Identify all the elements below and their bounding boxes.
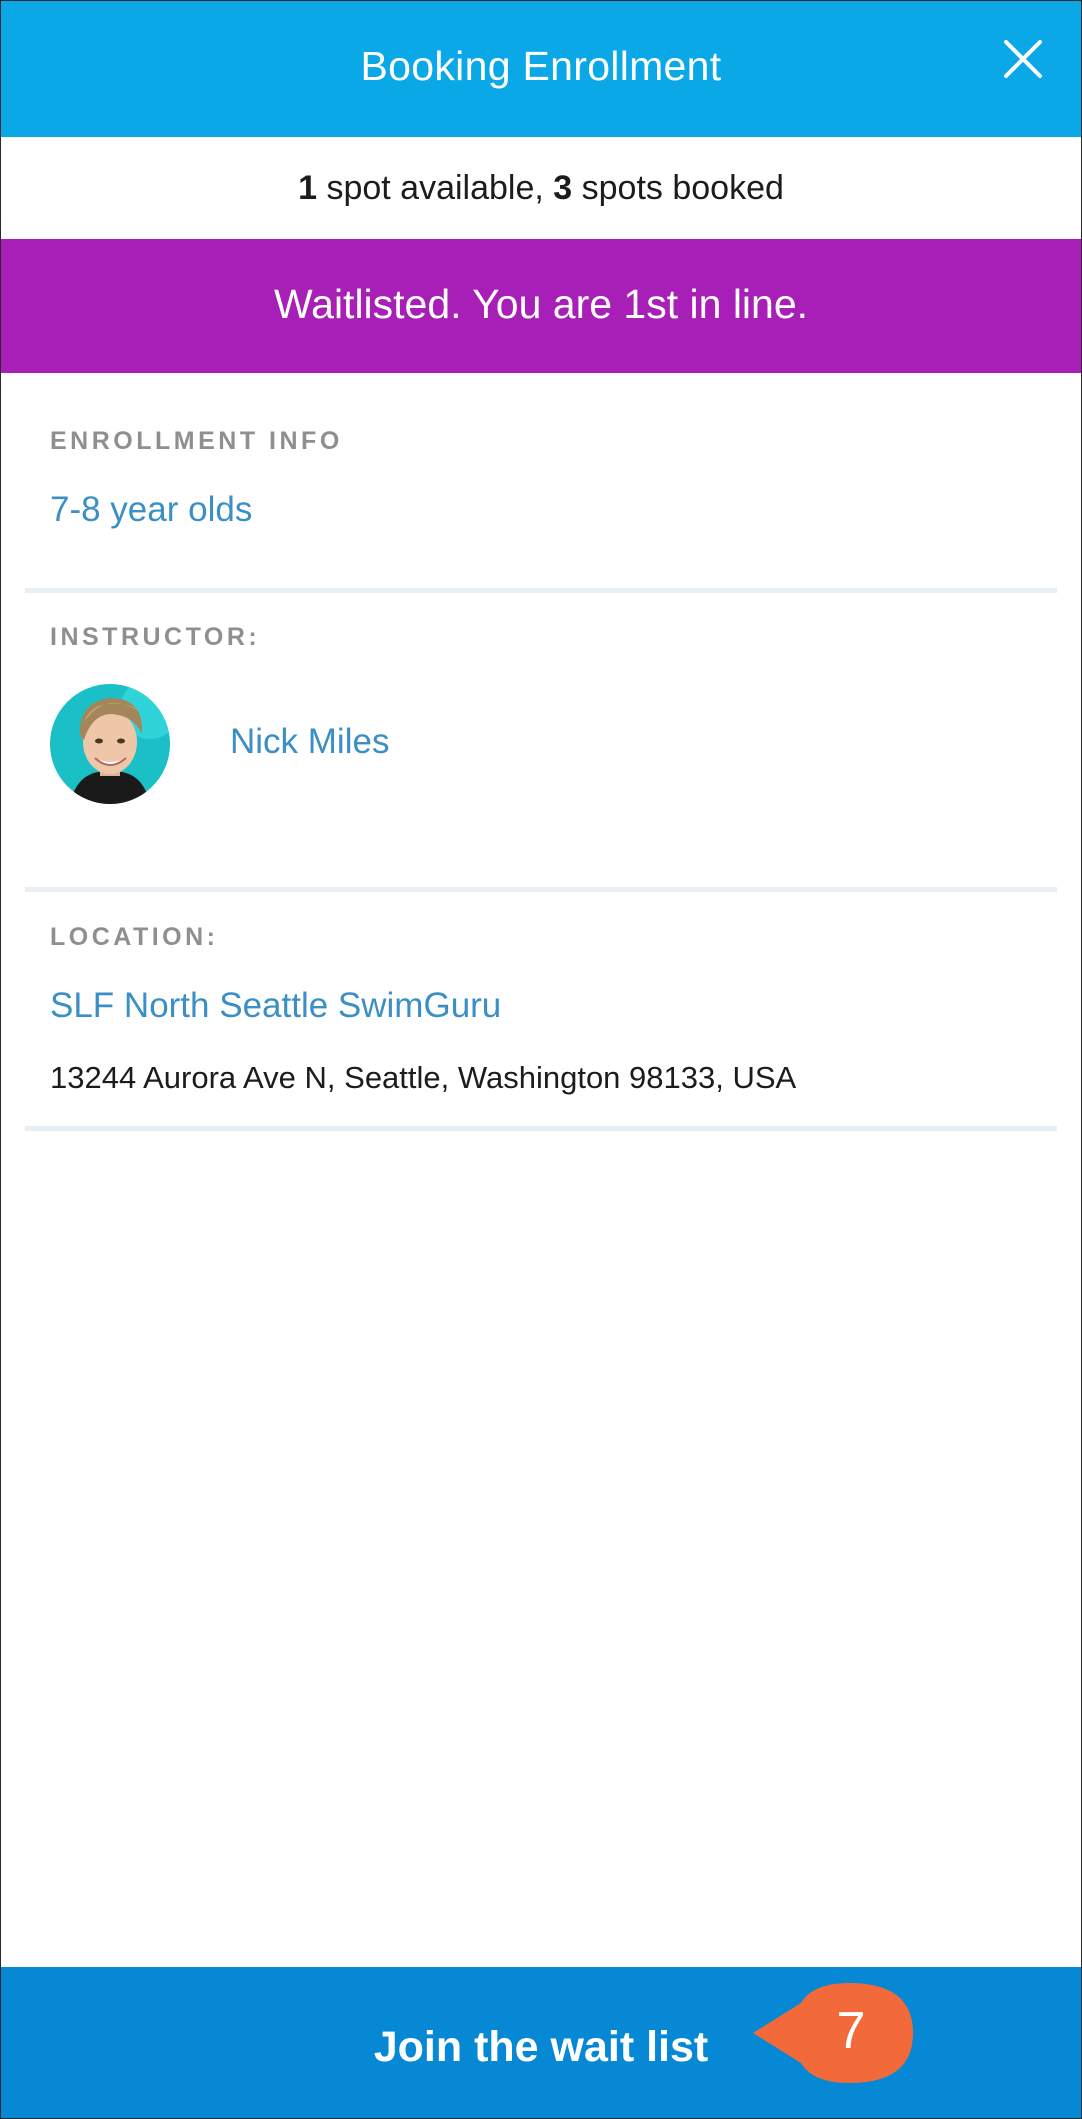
booked-label: spots booked xyxy=(572,168,784,207)
booking-enrollment-screen: Booking Enrollment 1 spot available, 3 s… xyxy=(0,0,1082,2119)
header-bar: Booking Enrollment xyxy=(1,1,1081,137)
close-button[interactable] xyxy=(999,35,1047,83)
availability-summary: 1 spot available, 3 spots booked xyxy=(1,137,1081,239)
enrollment-group-link[interactable]: 7-8 year olds xyxy=(50,490,252,530)
avatar-photo xyxy=(50,684,170,804)
instructor-avatar[interactable] xyxy=(50,684,170,804)
waitlist-status-text: Waitlisted. You are 1st in line. xyxy=(273,280,809,327)
join-wait-list-label: Join the wait list xyxy=(373,2023,709,2071)
instructor-name-link[interactable]: Nick Miles xyxy=(230,722,389,762)
divider xyxy=(25,887,1057,892)
location-address: 13244 Aurora Ave N, Seattle, Washington … xyxy=(50,1060,797,1095)
divider xyxy=(25,1126,1057,1131)
location-label: LOCATION: xyxy=(50,923,219,951)
step-badge-number: 7 xyxy=(836,2002,866,2060)
close-icon xyxy=(1004,40,1042,78)
page-title: Booking Enrollment xyxy=(360,42,722,89)
waitlist-status-banner: Waitlisted. You are 1st in line. xyxy=(1,239,1081,373)
join-wait-list-button[interactable]: Join the wait list xyxy=(1,1967,1081,2118)
instructor-label: INSTRUCTOR: xyxy=(50,623,261,651)
divider xyxy=(25,588,1057,593)
booked-count: 3 xyxy=(553,168,573,207)
available-count: 1 xyxy=(298,168,318,207)
available-label: spot available, xyxy=(317,168,554,207)
location-name-link[interactable]: SLF North Seattle SwimGuru xyxy=(50,986,501,1026)
enrollment-info-label: ENROLLMENT INFO xyxy=(50,427,343,455)
